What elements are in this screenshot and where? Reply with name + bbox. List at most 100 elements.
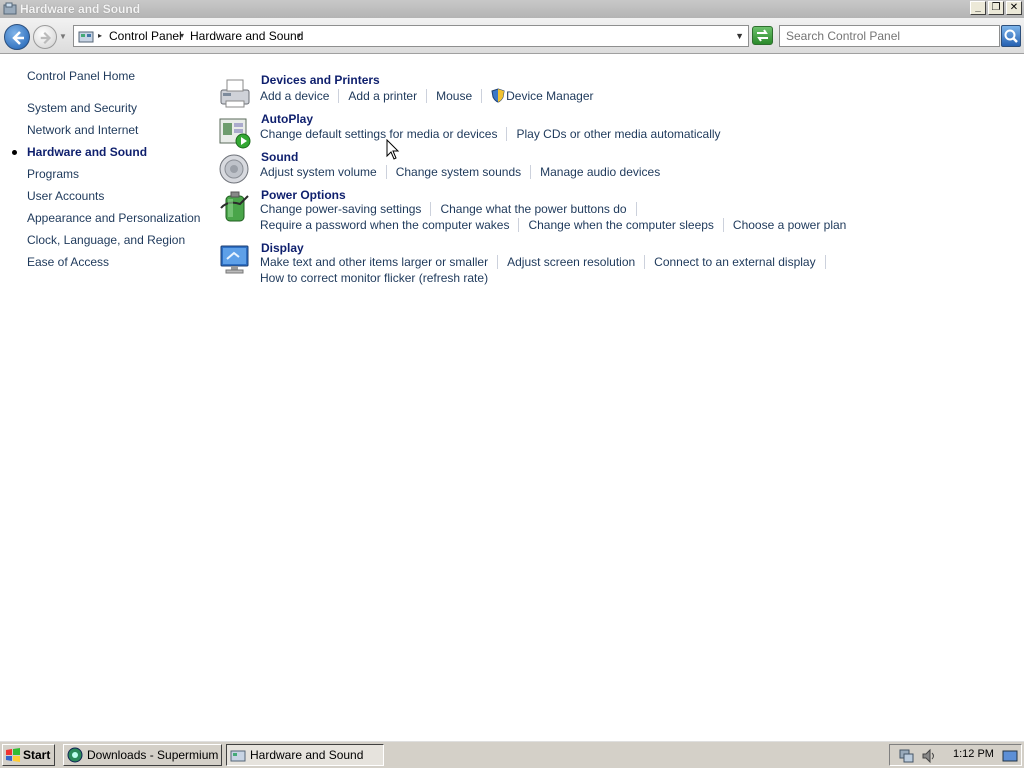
separator: [530, 165, 532, 179]
arrow-right-icon: [40, 31, 52, 45]
address-toolbar: ▼ ▸ Control Panel ▾ Hardware and Sound ▾…: [0, 18, 1024, 54]
sidebar-item-system-and-security[interactable]: System and Security: [27, 101, 137, 115]
chevron-right-icon[interactable]: ▸: [98, 31, 102, 40]
clock: 1:12 PM: [953, 748, 994, 760]
chevron-down-icon[interactable]: ▾: [297, 31, 301, 40]
printer-icon: [220, 79, 250, 108]
active-bullet-icon: [12, 150, 17, 155]
change-sounds-link[interactable]: Change system sounds: [396, 165, 521, 179]
change-default-autoplay-link[interactable]: Change default settings for media or dev…: [260, 127, 497, 141]
sidebar-item-user-accounts[interactable]: User Accounts: [27, 189, 104, 203]
search-box[interactable]: [779, 25, 1000, 47]
control-panel-icon: [3, 2, 17, 15]
minimize-button[interactable]: _: [970, 1, 986, 15]
network-icon[interactable]: [898, 748, 914, 764]
back-button[interactable]: [4, 24, 30, 50]
separator: [506, 127, 508, 141]
start-button[interactable]: Start: [2, 744, 55, 766]
start-label: Start: [23, 748, 51, 762]
device-manager-link[interactable]: Device Manager: [506, 89, 593, 103]
mouse-link[interactable]: Mouse: [436, 89, 472, 103]
window-title: Hardware and Sound: [20, 2, 141, 16]
separator: [497, 255, 499, 269]
control-panel-icon: [78, 31, 94, 43]
control-panel-icon: [230, 750, 246, 762]
search-button[interactable]: [1001, 25, 1021, 47]
separator: [518, 218, 520, 232]
display-links-row-2: How to correct monitor flicker (refresh …: [260, 271, 488, 285]
separator: [426, 88, 428, 103]
task-label: Hardware and Sound: [250, 748, 364, 762]
sound-title[interactable]: Sound: [261, 150, 298, 164]
separator: [635, 202, 637, 216]
title-bar: Hardware and Sound _ ❐ ✕: [0, 0, 1024, 18]
sidebar-item-appearance-and-personalization[interactable]: Appearance and Personalization: [27, 211, 200, 225]
power-saving-settings-link[interactable]: Change power-saving settings: [260, 202, 421, 216]
monitor-flicker-link[interactable]: How to correct monitor flicker (refresh …: [260, 271, 488, 285]
separator: [644, 255, 646, 269]
power-links-row-2: Require a password when the computer wak…: [260, 218, 846, 232]
uac-shield-icon: [491, 88, 505, 103]
breadcrumb-control-panel[interactable]: Control Panel: [109, 29, 182, 43]
autoplay-icon: [219, 118, 251, 149]
choose-power-plan-link[interactable]: Choose a power plan: [733, 218, 846, 232]
power-options-title[interactable]: Power Options: [261, 188, 346, 202]
arrow-left-icon: [12, 31, 24, 45]
sidebar-item-control-panel-home[interactable]: Control Panel Home: [27, 69, 135, 83]
display-links-row-1: Make text and other items larger or smal…: [260, 255, 835, 269]
sidebar-item-network-and-internet[interactable]: Network and Internet: [27, 123, 138, 137]
separator: [430, 202, 432, 216]
text-size-link[interactable]: Make text and other items larger or smal…: [260, 255, 488, 269]
taskbar: Start Downloads - Supermium Hardware and…: [0, 740, 1024, 768]
windows-logo-icon: [6, 748, 20, 762]
power-links-row-1: Change power-saving settings Change what…: [260, 202, 646, 216]
recent-pages-dropdown-icon[interactable]: ▼: [59, 32, 67, 41]
separator: [481, 88, 483, 103]
add-device-link[interactable]: Add a device: [260, 89, 329, 103]
forward-button[interactable]: [33, 25, 57, 49]
task-downloads-supermium[interactable]: Downloads - Supermium: [63, 744, 222, 766]
browser-icon: [67, 747, 83, 763]
devices-links: Add a device Add a printer Mouse Device …: [260, 88, 594, 103]
address-field[interactable]: ▸ Control Panel ▾ Hardware and Sound ▾ ▼: [73, 25, 749, 47]
separator: [338, 88, 340, 103]
search-icon: [1004, 29, 1018, 43]
screen-resolution-link[interactable]: Adjust screen resolution: [507, 255, 635, 269]
breadcrumb-hardware-and-sound[interactable]: Hardware and Sound: [190, 29, 303, 43]
search-input[interactable]: [780, 26, 999, 46]
restore-button[interactable]: ❐: [988, 1, 1004, 15]
autoplay-links: Change default settings for media or dev…: [260, 127, 721, 141]
sidebar-item-hardware-and-sound[interactable]: Hardware and Sound: [27, 145, 147, 159]
power-buttons-link[interactable]: Change what the power buttons do: [440, 202, 626, 216]
change-sleep-link[interactable]: Change when the computer sleeps: [528, 218, 713, 232]
close-button[interactable]: ✕: [1006, 1, 1022, 15]
sidebar-item-programs[interactable]: Programs: [27, 167, 79, 181]
show-desktop-icon[interactable]: [1002, 748, 1018, 764]
address-dropdown-icon[interactable]: ▼: [735, 31, 744, 41]
add-printer-link[interactable]: Add a printer: [348, 89, 417, 103]
mouse-cursor-icon: [386, 139, 400, 160]
separator: [824, 255, 826, 269]
monitor-icon: [220, 245, 249, 274]
task-label: Downloads - Supermium: [87, 748, 219, 762]
sound-links: Adjust system volume Change system sound…: [260, 165, 660, 179]
external-display-link[interactable]: Connect to an external display: [654, 255, 815, 269]
display-title[interactable]: Display: [261, 241, 304, 255]
task-hardware-and-sound[interactable]: Hardware and Sound: [226, 744, 384, 766]
devices-and-printers-title[interactable]: Devices and Printers: [261, 73, 380, 87]
chevron-down-icon[interactable]: ▾: [180, 31, 184, 40]
sidebar-item-ease-of-access[interactable]: Ease of Access: [27, 255, 109, 269]
speaker-icon: [219, 154, 249, 184]
separator: [385, 165, 387, 179]
autoplay-title[interactable]: AutoPlay: [261, 112, 313, 126]
play-cds-automatically-link[interactable]: Play CDs or other media automatically: [516, 127, 720, 141]
refresh-button[interactable]: [752, 26, 773, 45]
sidebar-item-clock-language-region[interactable]: Clock, Language, and Region: [27, 233, 185, 247]
separator: [722, 218, 724, 232]
volume-icon[interactable]: [921, 748, 937, 764]
adjust-volume-link[interactable]: Adjust system volume: [260, 165, 377, 179]
refresh-icon: [757, 29, 768, 42]
require-password-wake-link[interactable]: Require a password when the computer wak…: [260, 218, 509, 232]
manage-audio-devices-link[interactable]: Manage audio devices: [540, 165, 660, 179]
battery-icon: [220, 191, 249, 222]
